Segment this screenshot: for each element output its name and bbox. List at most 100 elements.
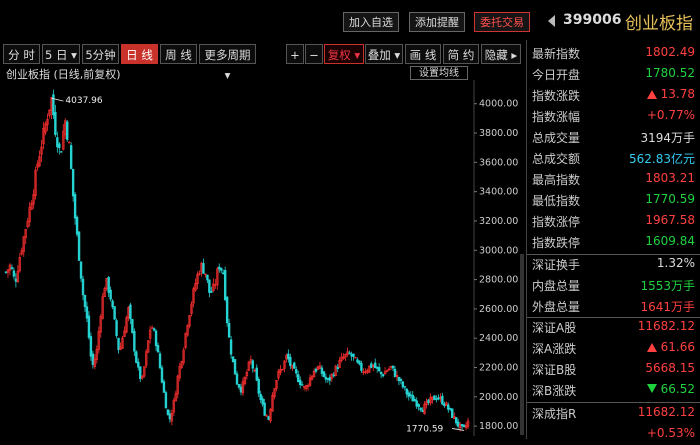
- hide-button[interactable]: 隐藏 ▸: [481, 44, 521, 64]
- quote-label: 深证换手: [532, 258, 581, 272]
- candle-body: [67, 141, 71, 144]
- tab-5day[interactable]: 5 日 ▾: [42, 44, 80, 64]
- quote-label: 外盘总量: [532, 300, 581, 314]
- quote-row: 指数跌停 1609.84: [527, 232, 699, 253]
- candle-body: [421, 409, 424, 413]
- quote-value: 13.78: [646, 87, 695, 101]
- more-periods-dropdown[interactable]: 更多周期 ▾: [199, 44, 256, 82]
- quote-row: 内盘总量 1553万手: [527, 275, 699, 296]
- top-bar: 加入自选 添加提醒 委托交易 399006 创业板指: [0, 0, 700, 40]
- candle-body: [107, 277, 110, 293]
- chart-scrollbar[interactable]: [520, 254, 524, 435]
- candle-body: [135, 351, 138, 363]
- candle-body: [267, 416, 270, 420]
- candle-body: [56, 137, 59, 148]
- candle-body: [419, 407, 422, 410]
- quote-value: 1780.52: [645, 66, 695, 80]
- candle-body: [54, 112, 57, 136]
- y-tick-label: 2000.00: [479, 392, 518, 403]
- candle-body: [358, 360, 361, 365]
- quote-label: 深B涨跌: [532, 384, 577, 398]
- candle-body: [443, 403, 446, 406]
- candle-body: [320, 367, 324, 374]
- low-annotation: 1770.59: [406, 424, 443, 434]
- quote-label: 最新指数: [532, 47, 581, 61]
- zoom-out-button[interactable]: −: [305, 44, 323, 64]
- candle-body: [229, 339, 233, 355]
- quote-label: 指数涨停: [532, 215, 581, 229]
- candle-body: [154, 330, 158, 347]
- quote-row: 深B涨跌 66.52: [527, 380, 699, 401]
- candle-body: [405, 388, 409, 395]
- candle-body: [437, 397, 440, 400]
- candle-body: [456, 421, 460, 427]
- tab-intraday[interactable]: 分 时: [3, 44, 40, 64]
- candle-body: [451, 408, 454, 418]
- candle-body: [259, 394, 262, 401]
- overlay-dropdown[interactable]: 叠加 ▾: [365, 44, 403, 64]
- y-tick-label: 1800.00: [479, 421, 518, 432]
- candle-body: [348, 352, 351, 354]
- back-arrow-icon[interactable]: [548, 15, 555, 27]
- candlestick-chart[interactable]: 4000.00 3800.00 3600.00 3400.00 3200.00 3000.…: [0, 80, 520, 436]
- candle-body: [113, 306, 116, 320]
- candle-body: [60, 151, 63, 153]
- candle-body: [462, 424, 466, 427]
- quote-value: 61.66: [646, 340, 695, 354]
- candle-body: [298, 379, 302, 386]
- quote-value: 1802.49: [645, 45, 695, 59]
- candle-body: [227, 323, 231, 338]
- candle-body: [255, 367, 258, 381]
- candle-body: [257, 379, 260, 394]
- candle-body: [356, 359, 359, 363]
- quote-value: +0.53%: [646, 426, 695, 440]
- candle-body: [293, 362, 296, 369]
- candle-body: [377, 367, 381, 372]
- adjust-dropdown[interactable]: 复权 ▾: [324, 44, 364, 64]
- candle-body: [233, 359, 237, 375]
- quote-row: 指数涨停 1967.58: [527, 211, 699, 232]
- candle-body: [413, 398, 416, 402]
- add-favorite-button[interactable]: 加入自选: [343, 12, 399, 32]
- quote-value: 1803.21: [645, 171, 695, 185]
- candle-body: [83, 294, 87, 308]
- candle-body: [324, 376, 328, 380]
- candle-body: [152, 328, 156, 331]
- draw-line-button[interactable]: 画 线: [405, 44, 441, 64]
- candle-body: [433, 395, 436, 401]
- candle-body: [117, 337, 120, 351]
- ma-settings-button[interactable]: 设置均线: [410, 66, 468, 80]
- candle-body: [375, 366, 379, 369]
- candle-body: [326, 378, 330, 380]
- candle-body: [407, 392, 410, 397]
- tab-daily[interactable]: 日 线: [121, 44, 158, 64]
- add-alert-button[interactable]: 添加提醒: [409, 12, 465, 32]
- candle-body: [235, 373, 239, 385]
- y-tick-label: 2400.00: [479, 333, 518, 344]
- quote-label: 指数跌停: [532, 236, 581, 250]
- candle-body: [411, 394, 414, 402]
- candle-body: [137, 361, 140, 368]
- candle-body: [322, 371, 326, 378]
- candle-body: [223, 269, 227, 301]
- candle-body: [91, 353, 95, 365]
- tab-weekly[interactable]: 周 线: [160, 44, 197, 64]
- y-tick-label: 3000.00: [479, 245, 518, 256]
- quote-row: 深证A股 11682.12: [527, 317, 699, 338]
- candle-body: [350, 353, 353, 357]
- candle-body: [158, 353, 162, 369]
- candle-body: [297, 374, 300, 383]
- simple-mode-button[interactable]: 简 约: [443, 44, 479, 64]
- candle-body: [415, 400, 418, 407]
- y-tick-label: 2200.00: [479, 363, 518, 374]
- tab-5min[interactable]: 5分钟: [82, 44, 119, 64]
- trade-button[interactable]: 委托交易: [474, 12, 530, 32]
- quote-value: 1553万手: [640, 279, 695, 293]
- quote-value: 1609.84: [645, 234, 695, 248]
- y-tick-label: 3600.00: [479, 157, 518, 168]
- candle-body: [71, 168, 75, 197]
- zoom-in-button[interactable]: +: [286, 44, 304, 64]
- y-tick-label: 2800.00: [479, 275, 518, 286]
- candle-body: [237, 384, 241, 388]
- candle-body: [4, 271, 8, 273]
